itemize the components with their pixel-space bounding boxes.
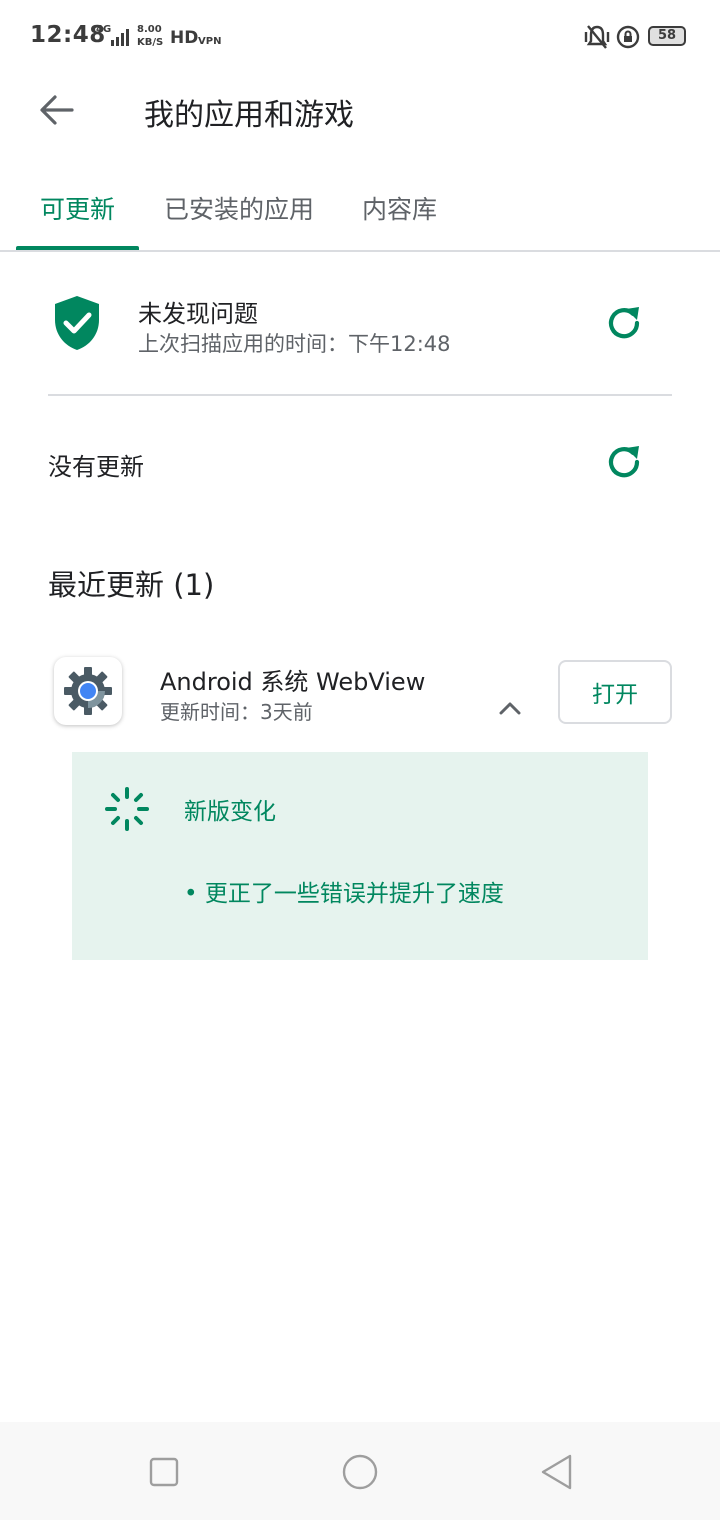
rotation-lock-icon [616, 25, 640, 53]
open-app-button[interactable]: 打开 [558, 660, 672, 724]
vpn-label: VPN [198, 36, 222, 47]
hd-label: HD [170, 28, 199, 48]
signal-icon [110, 28, 132, 50]
refresh-icon [608, 446, 640, 478]
recents-button[interactable] [144, 1452, 184, 1492]
triangle-back-icon [541, 1454, 572, 1490]
recent-updates-title: 最近更新 (1) [48, 568, 215, 602]
chevron-up-icon [499, 702, 521, 715]
home-button[interactable] [340, 1452, 380, 1492]
shield-check-icon [52, 294, 102, 352]
square-icon [149, 1457, 179, 1487]
app-update-time: 更新时间：3天前 [160, 700, 313, 724]
check-updates-button[interactable] [604, 442, 644, 482]
system-nav-bar [0, 1422, 720, 1520]
vibrate-icon [582, 24, 612, 54]
status-time: 12:48 [30, 22, 106, 48]
sparkle-icon [104, 786, 150, 832]
collapse-button[interactable] [490, 690, 530, 726]
refresh-icon [608, 307, 640, 339]
protect-last-scan: 上次扫描应用的时间：下午12:48 [138, 332, 451, 356]
tab-divider [0, 250, 720, 252]
tab-installed[interactable]: 已安装的应用 [164, 190, 314, 226]
back-button[interactable] [26, 82, 86, 138]
app-icon-webview[interactable] [54, 657, 122, 725]
refresh-scan-button[interactable] [604, 303, 644, 343]
battery-indicator: 58 [648, 26, 686, 46]
net-speed-unit: KB/S [137, 37, 164, 48]
arrow-left-icon [40, 95, 74, 125]
gear-icon [64, 667, 112, 715]
whats-new-item: • 更正了一些错误并提升了速度 [184, 881, 504, 907]
circle-icon [342, 1454, 378, 1490]
section-divider [48, 394, 672, 396]
page-title: 我的应用和游戏 [144, 98, 354, 133]
whats-new-title: 新版变化 [184, 799, 276, 825]
network-type: 4G [96, 24, 112, 35]
whats-new-panel: 新版变化 • 更正了一些错误并提升了速度 [72, 752, 648, 960]
tab-library[interactable]: 内容库 [362, 190, 437, 226]
protect-status-title: 未发现问题 [138, 300, 258, 328]
back-nav-button[interactable] [536, 1452, 576, 1492]
net-speed-value: 8.00 [137, 24, 162, 35]
update-status: 没有更新 [48, 453, 144, 481]
tab-updates[interactable]: 可更新 [40, 190, 115, 226]
app-name[interactable]: Android 系统 WebView [160, 662, 425, 697]
